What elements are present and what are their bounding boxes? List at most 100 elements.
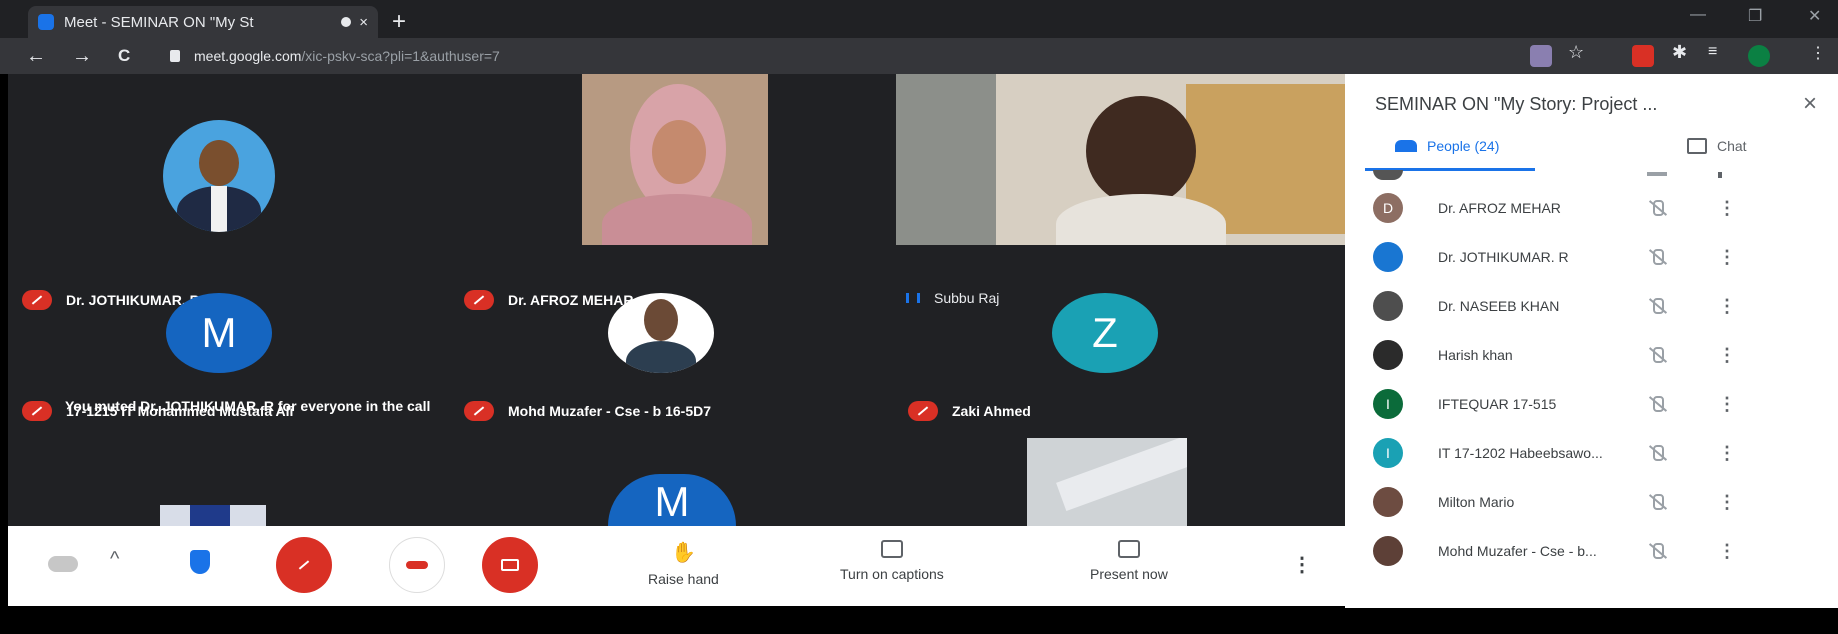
captions-button[interactable]: Turn on captions — [840, 540, 944, 582]
address-bar[interactable]: meet.google.com /xic-pskv-sca?pli=1&auth… — [170, 42, 1510, 70]
person-avatar — [1373, 487, 1403, 517]
browser-menu-icon[interactable]: ⋮ — [1810, 43, 1832, 65]
lock-icon — [170, 50, 180, 62]
person-name: Milton Mario — [1438, 494, 1515, 510]
person-avatar — [1373, 536, 1403, 566]
camera-toggle-button[interactable] — [482, 537, 538, 593]
person-more-options-button[interactable]: ⋮ — [1718, 394, 1736, 415]
avatar-jothikumar — [163, 120, 275, 232]
mic-muted-icon[interactable] — [1647, 492, 1667, 512]
mic-muted-icon[interactable] — [1647, 345, 1667, 365]
person-row[interactable]: I IFTEQUAR 17-515 ⋮ — [1345, 380, 1838, 428]
restore-button[interactable]: ❐ — [1748, 6, 1762, 26]
people-icon — [1395, 140, 1417, 152]
video-afroz-mehar — [582, 74, 768, 245]
person-avatar — [1373, 242, 1403, 272]
meet-favicon-icon — [38, 14, 54, 30]
panel-title: SEMINAR ON "My Story: Project ... — [1375, 94, 1658, 114]
mic-off-icon — [464, 401, 494, 421]
expand-chevron-icon[interactable]: ^ — [110, 548, 119, 571]
url-path: /xic-pskv-sca?pli=1&authuser=7 — [301, 48, 500, 64]
speaking-indicator-icon — [906, 293, 920, 303]
new-tab-button[interactable]: + — [392, 8, 406, 36]
bookmark-star-icon[interactable]: ☆ — [1568, 42, 1590, 64]
mic-off-icon — [22, 401, 52, 421]
person-row[interactable]: Dr. JOTHIKUMAR. R ⋮ — [1345, 233, 1838, 281]
mute-notification: You muted Dr. JOTHIKUMAR. R for everyone… — [65, 398, 431, 414]
avatar-mohd-muzafer — [608, 293, 714, 373]
captions-icon — [880, 540, 903, 558]
person-more-options-button[interactable]: ⋮ — [1718, 247, 1736, 268]
more-options-button[interactable]: ⋮ — [1292, 552, 1312, 577]
security-shield-icon[interactable] — [190, 550, 210, 574]
person-name: Mohd Muzafer - Cse - b... — [1438, 543, 1597, 559]
person-row[interactable]: I IT 17-1202 Habeebsawo... ⋮ — [1345, 429, 1838, 477]
partial-person-row-mic — [1647, 172, 1667, 176]
tab-close-icon[interactable]: × — [359, 14, 368, 31]
people-panel: SEMINAR ON "My Story: Project ... × Peop… — [1345, 74, 1838, 608]
person-avatar — [1373, 291, 1403, 321]
mic-toggle-button[interactable] — [276, 537, 332, 593]
person-row[interactable]: Milton Mario ⋮ — [1345, 478, 1838, 526]
person-avatar — [1373, 340, 1403, 370]
avatar-partial-m: M — [608, 474, 736, 526]
meeting-details-icon[interactable] — [48, 556, 78, 572]
person-more-options-button[interactable]: ⋮ — [1718, 443, 1736, 464]
tile-name-jothikumar: Dr. JOTHIKUMAR. R — [22, 290, 200, 310]
cast-icon[interactable] — [1530, 45, 1552, 67]
person-name: IT 17-1202 Habeebsawo... — [1438, 445, 1603, 461]
person-avatar: D — [1373, 193, 1403, 223]
avatar-mohammed-mustafa: M — [166, 293, 272, 373]
media-control-icon[interactable]: ≡ — [1708, 43, 1730, 65]
mic-muted-icon[interactable] — [1647, 394, 1667, 414]
url-host: meet.google.com — [194, 48, 302, 64]
minimize-button[interactable]: — — [1690, 6, 1706, 24]
mic-muted-icon[interactable] — [1647, 443, 1667, 463]
person-more-options-button[interactable]: ⋮ — [1718, 492, 1736, 513]
tile-name-subbu-raj: Subbu Raj — [906, 290, 999, 306]
person-avatar: I — [1373, 438, 1403, 468]
person-more-options-button[interactable]: ⋮ — [1718, 198, 1736, 219]
mic-muted-icon[interactable] — [1647, 247, 1667, 267]
browser-toolbar: ← → C meet.google.com /xic-pskv-sca?pli=… — [0, 38, 1838, 74]
tab-chat[interactable]: Chat — [1687, 138, 1747, 154]
browser-tabstrip: Meet - SEMINAR ON "My St × + — ❐ ✕ — [0, 0, 1838, 38]
person-row[interactable]: Dr. NASEEB KHAN ⋮ — [1345, 282, 1838, 330]
mic-off-icon — [464, 290, 494, 310]
hangup-icon — [406, 561, 428, 569]
person-row[interactable]: D Dr. AFROZ MEHAR ⋮ — [1345, 184, 1838, 232]
person-name: Dr. NASEEB KHAN — [1438, 298, 1560, 314]
partial-video-tile-right — [1027, 438, 1187, 526]
tab-title: Meet - SEMINAR ON "My St — [64, 13, 254, 31]
window-close-button[interactable]: ✕ — [1808, 6, 1821, 26]
person-more-options-button[interactable]: ⋮ — [1718, 345, 1736, 366]
extension-red-icon[interactable] — [1632, 45, 1654, 67]
reload-button[interactable]: C — [118, 46, 130, 66]
person-more-options-button[interactable]: ⋮ — [1718, 296, 1736, 317]
extensions-puzzle-icon[interactable]: ✱ — [1672, 42, 1694, 64]
mic-muted-icon[interactable] — [1647, 198, 1667, 218]
mic-off-icon — [908, 401, 938, 421]
raise-hand-button[interactable]: ✋ Raise hand — [648, 540, 719, 587]
back-button[interactable]: ← — [26, 45, 46, 68]
profile-avatar-icon[interactable] — [1748, 45, 1770, 67]
panel-close-button[interactable]: × — [1803, 90, 1817, 118]
mic-off-icon — [289, 555, 319, 575]
present-now-button[interactable]: Present now — [1090, 540, 1168, 582]
person-more-options-button[interactable]: ⋮ — [1718, 541, 1736, 562]
person-name: Dr. JOTHIKUMAR. R — [1438, 249, 1569, 265]
chat-icon — [1687, 138, 1707, 154]
partial-person-row-more — [1718, 172, 1722, 178]
mic-muted-icon[interactable] — [1647, 541, 1667, 561]
tab-people[interactable]: People (24) — [1395, 138, 1499, 154]
leave-call-button[interactable] — [389, 537, 445, 593]
person-name: IFTEQUAR 17-515 — [1438, 396, 1557, 412]
hand-icon: ✋ — [670, 542, 696, 564]
screen: Meet - SEMINAR ON "My St × + — ❐ ✕ ← → C… — [0, 0, 1838, 634]
mic-muted-icon[interactable] — [1647, 296, 1667, 316]
person-row[interactable]: Mohd Muzafer - Cse - b... ⋮ — [1345, 527, 1838, 575]
browser-tab-meet[interactable]: Meet - SEMINAR ON "My St × — [28, 6, 378, 38]
person-row[interactable]: Harish khan ⋮ — [1345, 331, 1838, 379]
forward-button[interactable]: → — [72, 45, 92, 68]
partial-person-row — [1373, 170, 1403, 180]
